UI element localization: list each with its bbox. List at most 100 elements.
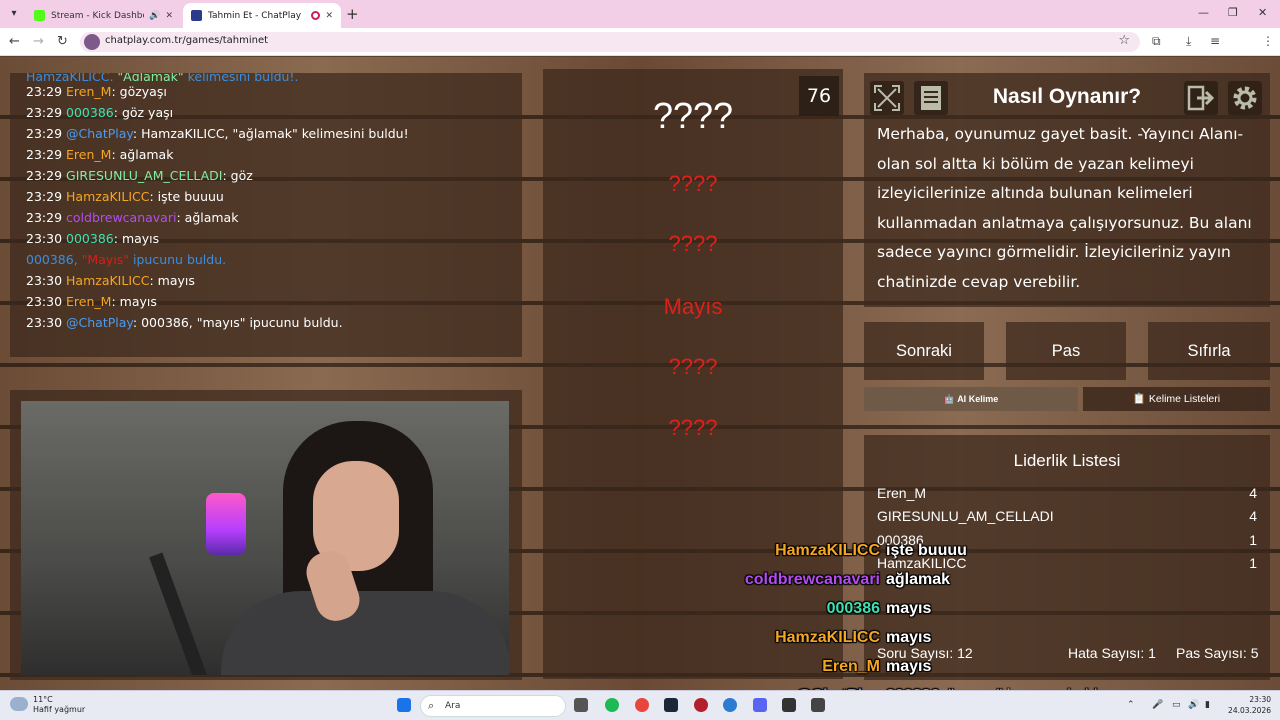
- menu-kebab-icon[interactable]: ⋮: [1262, 34, 1274, 48]
- robot-icon: 🤖: [943, 394, 956, 404]
- extensions-icon[interactable]: ⧉: [1152, 34, 1161, 49]
- player-score: 4: [1249, 485, 1257, 501]
- overlay-chat-message: coldbrewcanavari ağlamak: [680, 570, 1140, 590]
- reload-button[interactable]: ↻: [57, 34, 68, 49]
- volume-icon[interactable]: 🔊: [1188, 700, 1199, 710]
- overlay-chat-message: HamzaKILICC mayıs: [680, 628, 1140, 648]
- overlay-user: 000386: [826, 600, 880, 617]
- how-to-play-text: Merhaba, oyunumuz gayet basit. -Yayıncı …: [877, 125, 1252, 291]
- leaderboard-row: Eren_M 4: [877, 483, 1257, 503]
- close-tab-icon[interactable]: ✕: [325, 11, 333, 21]
- chat-user: @ChatPlay: [66, 126, 133, 141]
- overlay-text: mayıs: [886, 658, 932, 675]
- how-to-play-panel: Nasıl Oynanır? Merhaba, oyunumuz gayet b…: [864, 73, 1270, 307]
- chat-colon: :: [111, 84, 120, 99]
- site-info-icon[interactable]: [84, 34, 100, 50]
- chat-system-message: HamzaKILICC, "Ağlamak" kelimesini buldu!…: [26, 73, 506, 81]
- search-placeholder: Ara: [445, 701, 461, 711]
- obs-icon[interactable]: [782, 698, 796, 712]
- chat-time: 23:29: [26, 168, 63, 183]
- close-tab-icon[interactable]: ✕: [165, 11, 173, 21]
- chat-user: Eren_M: [66, 84, 112, 99]
- restore-button[interactable]: ❐: [1228, 6, 1238, 19]
- tab-kick-dashboard[interactable]: Stream - Kick Dashboard 🔊 ✕: [26, 3, 181, 28]
- secret-word: ????: [652, 95, 734, 136]
- logout-icon[interactable]: [1184, 81, 1218, 115]
- chat-message: 23:29 GIRESUNLU_AM_CELLADI: göz: [26, 165, 506, 186]
- network-icon[interactable]: ▭: [1172, 700, 1181, 710]
- clock-time: 23:30: [1249, 695, 1271, 704]
- taskbar-search[interactable]: ⌕ Ara: [420, 695, 566, 717]
- download-icon[interactable]: ⤓: [1186, 34, 1191, 49]
- chat-text: ipucunu buldu.: [133, 252, 227, 267]
- app-icon[interactable]: [723, 698, 737, 712]
- forbidden-word: ????: [668, 415, 718, 440]
- speaker-icon[interactable]: 🔊: [149, 11, 160, 21]
- back-button[interactable]: ←: [9, 34, 20, 49]
- task-view-icon[interactable]: [574, 698, 588, 712]
- system-clock[interactable]: 23:30 24.03.2026: [1225, 694, 1271, 716]
- chat-user: HamzaKILICC: [66, 273, 150, 288]
- tab-title: Tahmin Et - ChatPlay: [208, 10, 302, 21]
- chat-user: 000386,: [26, 252, 78, 267]
- steam-icon[interactable]: [664, 698, 678, 712]
- mic-icon[interactable]: 🎤: [1152, 700, 1163, 710]
- chat-colon: :: [222, 168, 231, 183]
- minimize-button[interactable]: —: [1198, 6, 1209, 19]
- app-icon[interactable]: [811, 698, 825, 712]
- chat-user: HamzaKILICC,: [26, 73, 114, 81]
- chat-user: GIRESUNLU_AM_CELLADI: [66, 168, 223, 183]
- url-field[interactable]: chatplay.com.tr/games/tahminet ☆: [80, 32, 1140, 52]
- media-icon[interactable]: ≡: [1210, 34, 1220, 48]
- address-bar-row: ← → ↻ chatplay.com.tr/games/tahminet ☆ ⧉…: [0, 28, 1280, 78]
- player-score: 1: [1249, 555, 1257, 571]
- cloud-rain-icon: [10, 697, 28, 711]
- app-icon[interactable]: [694, 698, 708, 712]
- rgb-light: [206, 493, 246, 555]
- chat-time: 23:30: [26, 273, 63, 288]
- spotify-icon[interactable]: [605, 698, 619, 712]
- chat-time: 23:30: [26, 294, 63, 309]
- temperature: 11°C: [33, 695, 53, 704]
- chat-text: 000386, "mayıs" ipucunu buldu.: [141, 315, 343, 330]
- chat-colon: :: [113, 231, 122, 246]
- word-lists-label: Kelime Listeleri: [1148, 393, 1221, 405]
- overlay-text: mayıs: [886, 600, 932, 617]
- url-text: chatplay.com.tr/games/tahminet: [105, 35, 269, 46]
- forward-button[interactable]: →: [33, 34, 44, 49]
- battery-icon[interactable]: ▮: [1205, 700, 1210, 710]
- chrome-icon[interactable]: [635, 698, 649, 712]
- settings-gear-icon[interactable]: [1228, 81, 1262, 115]
- tab-chatplay[interactable]: Tahmin Et - ChatPlay ✕: [183, 3, 341, 28]
- chat-time: 23:29: [26, 105, 63, 120]
- pass-button[interactable]: Pas: [1006, 322, 1126, 380]
- bookmark-star-icon[interactable]: ☆: [1118, 33, 1130, 48]
- overlay-text: işte buuuu: [886, 542, 967, 559]
- new-tab-button[interactable]: +: [346, 5, 359, 23]
- overlay-chat-message: 000386 mayıs: [680, 599, 1140, 619]
- chat-colon: :: [111, 147, 120, 162]
- overlay-user: HamzaKILICC: [775, 542, 880, 559]
- close-window-button[interactable]: ✕: [1258, 6, 1267, 19]
- discord-icon[interactable]: [753, 698, 767, 712]
- tab-search-chevron-icon[interactable]: ▾: [6, 6, 22, 22]
- chat-colon: :: [132, 315, 142, 330]
- windows-start-icon[interactable]: [397, 698, 411, 712]
- ai-word-button[interactable]: 🤖 AI Kelime: [864, 387, 1078, 411]
- clock-date: 24.03.2026: [1228, 706, 1271, 715]
- chat-text: gözyaşı: [119, 84, 167, 99]
- chat-panel: HamzaKILICC, "Ağlamak" kelimesini buldu!…: [10, 73, 522, 357]
- chat-message: 23:30 HamzaKILICC: mayıs: [26, 270, 506, 291]
- weather-widget[interactable]: 11°C Hafif yağmur: [10, 695, 85, 715]
- word-lists-button[interactable]: 📋 Kelime Listeleri: [1083, 387, 1270, 411]
- chat-word: "Mayıs": [81, 252, 130, 267]
- chat-text: HamzaKILICC, "ağlamak" kelimesini buldu!: [141, 126, 409, 141]
- tray-chevron-icon[interactable]: ⌃: [1127, 700, 1135, 710]
- chat-time: 23:29: [26, 84, 63, 99]
- reset-button[interactable]: Sıfırla: [1148, 322, 1270, 380]
- tab-title: Stream - Kick Dashboard: [51, 10, 144, 21]
- overlay-user: Eren_M: [822, 658, 880, 675]
- forbidden-word: ????: [668, 171, 718, 196]
- chat-time: 23:29: [26, 189, 63, 204]
- next-button[interactable]: Sonraki: [864, 322, 984, 380]
